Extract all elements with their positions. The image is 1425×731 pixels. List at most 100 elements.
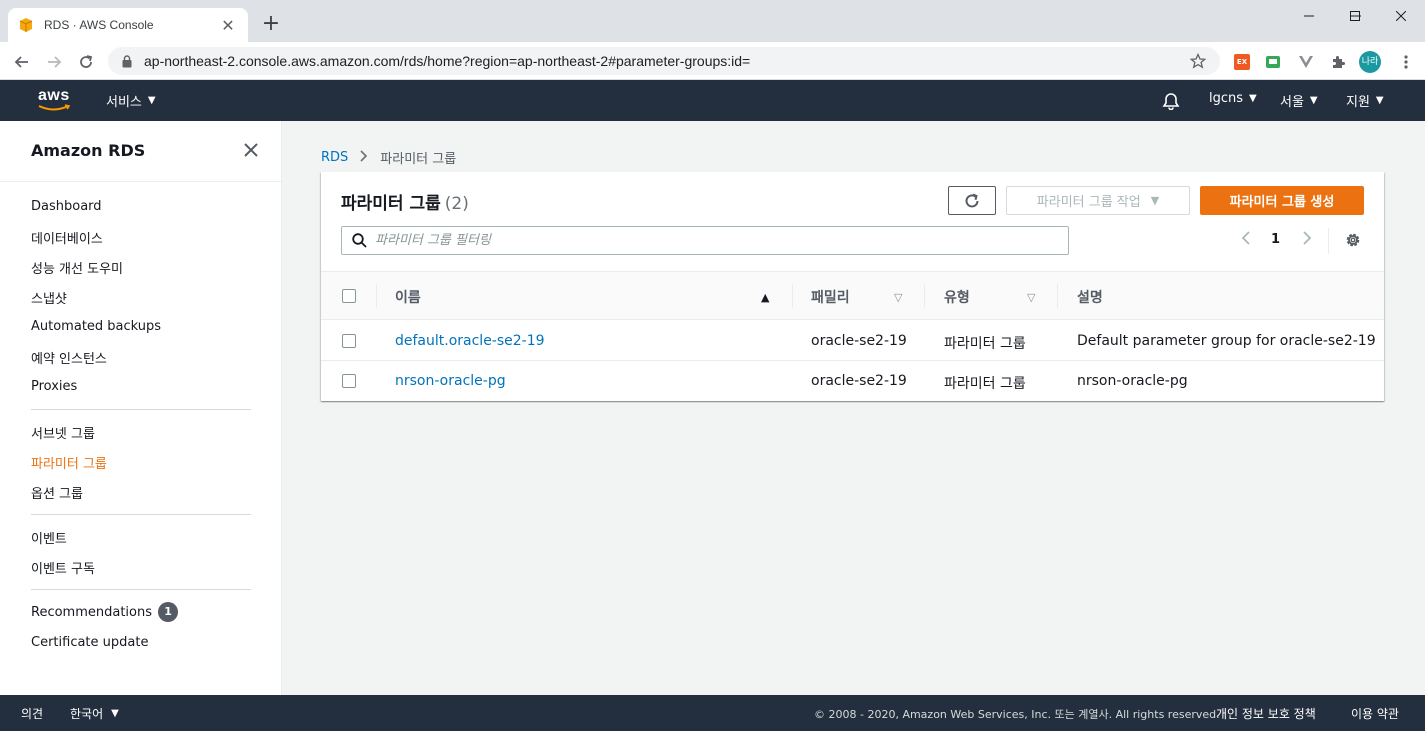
sort-ascending-icon[interactable]: ▲ (761, 291, 769, 304)
account-menu[interactable]: lgcns ▼ (1209, 91, 1257, 106)
support-menu[interactable]: 지원 ▼ (1346, 91, 1384, 110)
sidebar-item-snapshots[interactable]: 스냅샷 (31, 288, 67, 307)
sidebar-divider (0, 181, 281, 182)
breadcrumb-current: 파라미터 그룹 (380, 152, 457, 167)
profile-avatar[interactable]: 나라 (1358, 50, 1382, 74)
back-icon[interactable] (8, 48, 36, 76)
previous-page-icon[interactable] (1241, 230, 1251, 246)
refresh-button[interactable] (948, 186, 996, 215)
caret-down-icon: ▼ (1375, 95, 1384, 106)
terms-link[interactable]: 이용 약관 (1351, 705, 1399, 722)
caret-down-icon: ▼ (147, 95, 156, 106)
select-all-checkbox[interactable] (342, 289, 356, 303)
caret-down-icon: ▼ (1309, 95, 1318, 106)
language-selector[interactable]: 한국어 ▼ (70, 705, 119, 722)
extension-green-icon[interactable] (1263, 52, 1283, 72)
column-header-type[interactable]: 유형 (944, 287, 970, 307)
reload-icon[interactable] (72, 48, 100, 76)
sidebar-item-proxies[interactable]: Proxies (31, 379, 77, 394)
close-icon[interactable] (242, 141, 260, 159)
maximize-window-icon[interactable] (1332, 0, 1378, 32)
sidebar-item-recommendations[interactable]: Recommendations 1 (31, 602, 179, 622)
settings-gear-icon[interactable] (1344, 231, 1362, 249)
row-checkbox[interactable] (342, 374, 356, 388)
close-window-icon[interactable] (1378, 0, 1424, 32)
sidebar: Amazon RDS Dashboard 데이터베이스 성능 개선 도우미 스냅… (0, 121, 282, 695)
browser-menu-icon[interactable] (1396, 52, 1416, 72)
type-cell: 파라미터 그룹 (944, 376, 1026, 392)
footer: 의견 한국어 ▼ © 2008 - 2020, Amazon Web Servic… (0, 695, 1425, 731)
filter-search-box (341, 226, 1069, 255)
sidebar-item-certificate-update[interactable]: Certificate update (31, 635, 148, 650)
parameter-groups-panel: 파라미터 그룹(2) 파라미터 그룹 작업 ▼ 파라미터 그룹 생성 1 이름 … (321, 172, 1384, 401)
sort-descending-icon[interactable]: ▽ (894, 291, 902, 304)
sidebar-divider (31, 409, 251, 410)
privacy-policy-link[interactable]: 개인 정보 보호 정책 (1216, 705, 1316, 722)
column-header-description[interactable]: 설명 (1077, 287, 1103, 307)
aws-logo[interactable]: aws (38, 87, 72, 113)
sidebar-item-option-groups[interactable]: 옵션 그룹 (31, 483, 83, 502)
sidebar-item-performance-insights[interactable]: 성능 개선 도우미 (31, 258, 123, 277)
create-parameter-group-button[interactable]: 파라미터 그룹 생성 (1200, 186, 1364, 215)
region-menu[interactable]: 서울 ▼ (1280, 91, 1318, 110)
filter-input[interactable] (375, 233, 1068, 248)
sidebar-item-events[interactable]: 이벤트 (31, 528, 67, 547)
search-icon (352, 233, 367, 248)
lock-icon (122, 54, 132, 67)
extension-ex-icon[interactable]: EX (1232, 52, 1252, 72)
tab-title: RDS · AWS Console (44, 18, 154, 32)
url-field[interactable]: ap-northeast-2.console.aws.amazon.com/rd… (108, 47, 1220, 75)
aws-top-nav: aws 서비스 ▼ lgcns ▼ 서울 ▼ 지원 ▼ (0, 80, 1425, 121)
sidebar-item-dashboard[interactable]: Dashboard (31, 199, 102, 214)
column-header-family[interactable]: 패밀리 (811, 287, 850, 307)
notifications-bell-icon[interactable] (1162, 92, 1180, 110)
sidebar-item-automated-backups[interactable]: Automated backups (31, 319, 161, 334)
extension-vee-icon[interactable] (1296, 52, 1316, 72)
breadcrumb: RDS 파라미터 그룹 (321, 148, 456, 167)
sidebar-item-reserved-instances[interactable]: 예약 인스턴스 (31, 348, 107, 367)
sort-descending-icon[interactable]: ▽ (1027, 291, 1035, 304)
sidebar-divider (31, 589, 251, 590)
chevron-right-icon (360, 149, 368, 166)
sidebar-item-event-subscriptions[interactable]: 이벤트 구독 (31, 558, 95, 577)
column-divider (792, 284, 793, 308)
table-row[interactable]: nrson-oracle-pg oracle-se2-19 파라미터 그룹 nr… (321, 361, 1384, 401)
sidebar-title: Amazon RDS (31, 141, 146, 160)
breadcrumb-rds-link[interactable]: RDS (321, 150, 348, 165)
family-cell: oracle-se2-19 (811, 373, 907, 389)
table-row[interactable]: default.oracle-se2-19 oracle-se2-19 파라미터… (321, 321, 1384, 361)
page-title: 파라미터 그룹 (2) (341, 194, 469, 214)
feedback-link[interactable]: 의견 (21, 705, 43, 722)
column-divider (1057, 284, 1058, 308)
page-number[interactable]: 1 (1271, 232, 1280, 247)
item-count: (2) (444, 194, 469, 214)
table-header: 이름 ▲ 패밀리 ▽ 유형 ▽ 설명 (321, 271, 1384, 320)
refresh-icon (965, 193, 979, 207)
sidebar-item-subnet-groups[interactable]: 서브넷 그룹 (31, 423, 95, 442)
parameter-group-name-link[interactable]: nrson-oracle-pg (395, 373, 506, 389)
aws-box-icon (19, 18, 33, 32)
tab-close-icon[interactable]: ✕ (218, 16, 238, 35)
address-bar: ap-northeast-2.console.aws.amazon.com/rd… (0, 42, 1425, 80)
forward-icon[interactable] (40, 48, 68, 76)
browser-tab[interactable]: RDS · AWS Console ✕ (8, 8, 248, 42)
parameter-group-actions-button[interactable]: 파라미터 그룹 작업 ▼ (1006, 186, 1190, 215)
description-cell: Default parameter group for oracle-se2-1… (1077, 333, 1376, 349)
extensions-puzzle-icon[interactable] (1328, 52, 1348, 72)
services-menu[interactable]: 서비스 ▼ (106, 91, 156, 110)
parameter-group-name-link[interactable]: default.oracle-se2-19 (395, 333, 545, 349)
sidebar-item-databases[interactable]: 데이터베이스 (31, 228, 103, 247)
bookmark-star-icon[interactable] (1190, 53, 1206, 69)
aws-smile-icon (38, 104, 71, 111)
column-divider (924, 284, 925, 308)
url-text: ap-northeast-2.console.aws.amazon.com/rd… (144, 53, 751, 69)
recommendations-badge: 1 (158, 602, 179, 622)
sidebar-item-parameter-groups[interactable]: 파라미터 그룹 (31, 453, 107, 472)
caret-down-icon: ▼ (111, 708, 119, 719)
browser-tab-bar: RDS · AWS Console ✕ + (0, 0, 1425, 42)
column-header-name[interactable]: 이름 (395, 287, 421, 307)
row-checkbox[interactable] (342, 334, 356, 348)
new-tab-icon[interactable]: + (258, 12, 284, 38)
next-page-icon[interactable] (1302, 230, 1312, 246)
minimize-window-icon[interactable] (1286, 0, 1332, 32)
